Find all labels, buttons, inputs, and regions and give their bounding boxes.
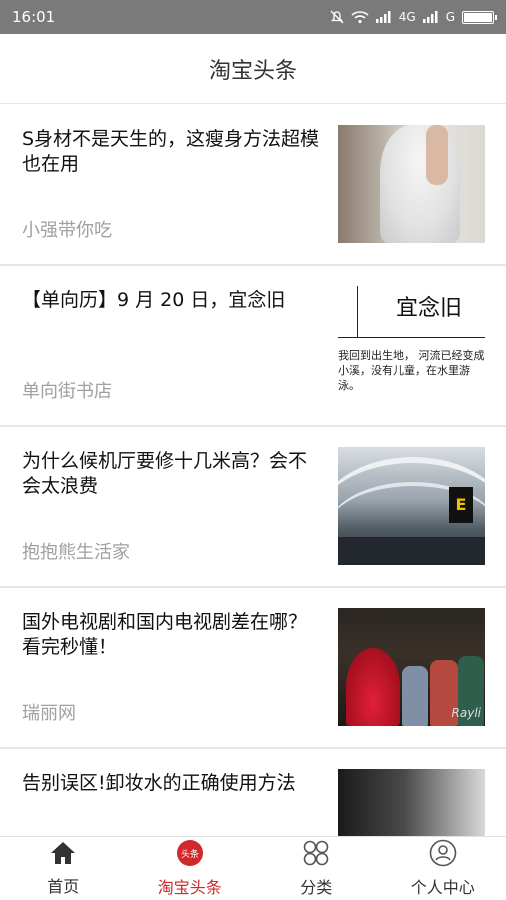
- news-thumbnail[interactable]: [338, 769, 485, 837]
- news-title: S身材不是天生的，这瘦身方法超模也在用: [22, 128, 320, 175]
- tab-home[interactable]: 首页: [0, 837, 127, 900]
- news-title: 【单向历】9 月 20 日，宜念旧: [22, 289, 286, 311]
- svg-text:头条: 头条: [181, 848, 199, 860]
- tab-label: 分类: [300, 878, 333, 897]
- news-source: 抱抱熊生活家: [22, 542, 130, 563]
- battery-icon: [462, 10, 497, 24]
- home-icon: [49, 840, 77, 870]
- signal-icon: [422, 11, 439, 23]
- news-item[interactable]: S身材不是天生的，这瘦身方法超模也在用 小强带你吃: [0, 105, 506, 266]
- network-g: G: [445, 10, 455, 24]
- category-icon: [302, 839, 330, 871]
- news-title: 告别误区!卸妆水的正确使用方法: [22, 772, 296, 794]
- tab-category[interactable]: 分类: [253, 837, 380, 900]
- tab-label: 淘宝头条: [157, 878, 222, 897]
- status-time: 16:01: [12, 8, 56, 26]
- tab-label: 首页: [47, 877, 80, 896]
- network-4g: 4G: [398, 10, 416, 24]
- wifi-icon: [351, 10, 369, 24]
- page-title: 淘宝头条: [0, 34, 506, 104]
- news-item[interactable]: 国外电视剧和国内电视剧差在哪？看完秒懂！ 瑞丽网 Rayli: [0, 588, 506, 749]
- signal-icon: [375, 11, 392, 23]
- bottom-tab-bar: 首页 头条 淘宝头条 分类 个人中心: [0, 836, 506, 900]
- status-icons: 4G G: [330, 10, 497, 24]
- news-thumbnail[interactable]: E: [338, 447, 485, 565]
- mute-icon: [330, 10, 344, 24]
- tab-label: 个人中心: [410, 878, 475, 897]
- news-title: 国外电视剧和国内电视剧差在哪？看完秒懂！: [22, 611, 308, 658]
- thumbnail-heading: 宜念旧: [396, 296, 463, 321]
- news-item[interactable]: 【单向历】9 月 20 日，宜念旧 单向街书店 宜念旧 我回到出生地， 河流已经…: [0, 266, 506, 427]
- news-source: 小强带你吃: [22, 220, 112, 241]
- status-bar: 16:01 4G G: [0, 0, 506, 34]
- news-item[interactable]: 为什么候机厅要修十几米高？会不会太浪费 抱抱熊生活家 E: [0, 427, 506, 588]
- news-thumbnail[interactable]: 宜念旧 我回到出生地， 河流已经变成小溪，没有儿童，在水里游泳。: [338, 286, 485, 404]
- news-source: 瑞丽网: [22, 703, 76, 724]
- gate-sign: E: [449, 487, 473, 523]
- toutiao-icon: 头条: [176, 839, 204, 871]
- tab-profile[interactable]: 个人中心: [380, 837, 506, 900]
- profile-icon: [429, 839, 457, 871]
- thumbnail-caption: 我回到出生地， 河流已经变成小溪，没有儿童，在水里游泳。: [338, 349, 485, 392]
- news-title: 为什么候机厅要修十几米高？会不会太浪费: [22, 450, 308, 497]
- tab-toutiao[interactable]: 头条 淘宝头条: [127, 837, 254, 900]
- news-thumbnail[interactable]: [338, 125, 485, 243]
- news-item[interactable]: 告别误区!卸妆水的正确使用方法: [0, 749, 506, 837]
- news-source: 单向街书店: [22, 381, 112, 402]
- news-thumbnail[interactable]: Rayli: [338, 608, 485, 726]
- news-feed[interactable]: S身材不是天生的，这瘦身方法超模也在用 小强带你吃 【单向历】9 月 20 日，…: [0, 105, 506, 837]
- thumbnail-watermark: Rayli: [451, 706, 481, 720]
